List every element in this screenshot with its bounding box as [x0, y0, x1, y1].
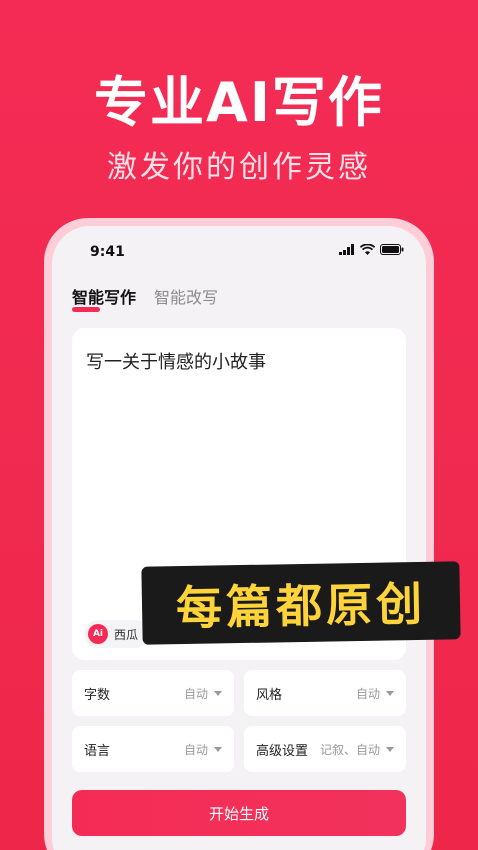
tab-smart-writing[interactable]: 智能写作 [72, 284, 137, 312]
status-time: 9:41 [90, 244, 125, 260]
promo-banner: 每篇都原创 [141, 561, 461, 645]
battery-icon [380, 244, 404, 255]
wifi-icon [360, 244, 375, 255]
status-icons [339, 244, 404, 255]
tab-smart-rewrite[interactable]: 智能改写 [154, 284, 218, 308]
option-value: 自动 [356, 685, 394, 702]
prompt-text[interactable]: 写一关于情感的小故事 [86, 348, 266, 374]
word-count-select[interactable]: 字数 自动 [72, 670, 234, 716]
chevron-down-icon [386, 746, 394, 752]
status-bar: 9:41 [52, 226, 426, 276]
option-label: 语言 [84, 743, 111, 759]
chevron-down-icon [214, 690, 222, 696]
option-value: 自动 [184, 741, 222, 758]
tab-active-indicator [72, 307, 100, 312]
phone-screen: 9:41 智能写作 智能改写 写一关于情感的小故事 Ai 西瓜 字数 自动 风格… [52, 226, 426, 850]
option-value: 记叙、自动 [320, 741, 394, 758]
chevron-down-icon [214, 746, 222, 752]
language-select[interactable]: 语言 自动 [72, 726, 234, 772]
chevron-down-icon [386, 690, 394, 696]
signal-icon [339, 244, 354, 255]
generate-button[interactable]: 开始生成 [72, 790, 406, 836]
advanced-settings-select[interactable]: 高级设置 记叙、自动 [244, 726, 406, 772]
tab-bar: 智能写作 智能改写 [72, 284, 218, 312]
option-label: 风格 [256, 687, 283, 703]
hero-subtitle: 激发你的创作灵感 [107, 150, 371, 185]
tab-label: 智能写作 [72, 288, 137, 307]
model-name: 西瓜 [114, 627, 139, 642]
style-select[interactable]: 风格 自动 [244, 670, 406, 716]
model-logo-icon: Ai [88, 624, 108, 644]
hero-title: 专业AI写作 [94, 71, 384, 134]
model-selector[interactable]: Ai 西瓜 [84, 620, 151, 648]
promo-banner-text: 每篇都原创 [175, 576, 427, 636]
option-label: 字数 [84, 687, 111, 703]
option-label: 高级设置 [256, 743, 309, 759]
option-value: 自动 [184, 685, 222, 702]
